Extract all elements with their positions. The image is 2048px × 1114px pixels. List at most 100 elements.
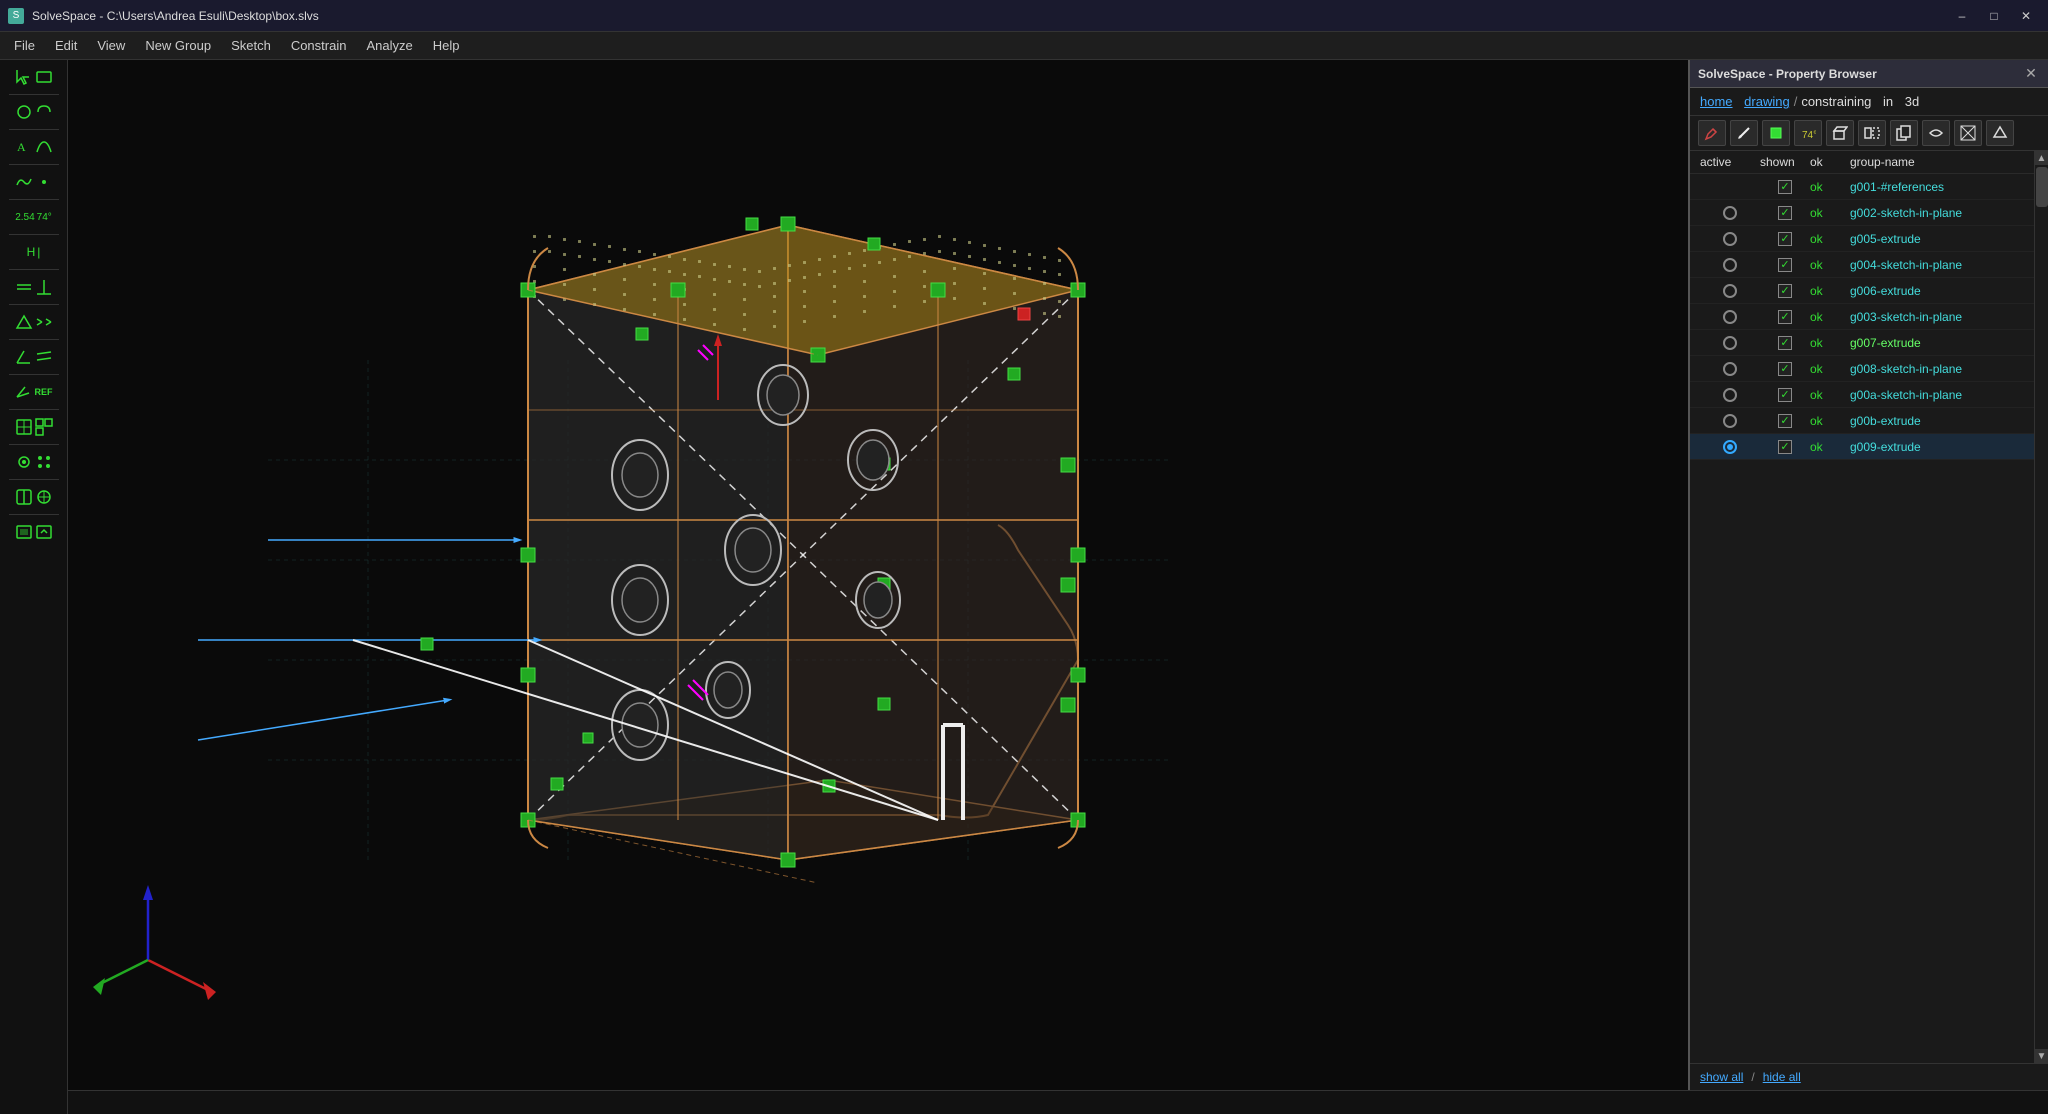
step-array-tool-btn[interactable]: [6, 449, 62, 475]
view2-tool-btn[interactable]: [6, 414, 62, 440]
pb-mirror-icon[interactable]: [1858, 120, 1886, 146]
group2-active-radio[interactable]: [1723, 206, 1737, 220]
group1-shown-checkbox[interactable]: [1778, 180, 1792, 194]
group-row-4[interactable]: ok g004-sketch-in-plane: [1690, 252, 2034, 278]
group10-active-col[interactable]: [1700, 414, 1760, 428]
menu-view[interactable]: View: [87, 34, 135, 57]
group2-active-col[interactable]: [1700, 206, 1760, 220]
group3-active-col[interactable]: [1700, 232, 1760, 246]
menu-file[interactable]: File: [4, 34, 45, 57]
group1-shown-col[interactable]: [1760, 180, 1810, 194]
circle-tool-btn[interactable]: [6, 99, 62, 125]
dimension-tool-btn[interactable]: 2.54 74°: [6, 204, 62, 230]
group3-active-radio[interactable]: [1723, 232, 1737, 246]
pb-pencil-icon[interactable]: [1730, 120, 1758, 146]
group9-shown-col[interactable]: [1760, 388, 1810, 402]
menu-help[interactable]: Help: [423, 34, 470, 57]
pb-scroll-thumb[interactable]: [2036, 167, 2048, 207]
spline-tool-btn[interactable]: [6, 169, 62, 195]
group5-shown-checkbox[interactable]: [1778, 284, 1792, 298]
pb-breadcrumb: home drawing / constraining in 3d: [1690, 88, 2048, 116]
menu-analyze[interactable]: Analyze: [356, 34, 422, 57]
maximize-button[interactable]: □: [1980, 6, 2008, 26]
group8-active-radio[interactable]: [1723, 362, 1737, 376]
group5-shown-col[interactable]: [1760, 284, 1810, 298]
pb-extrude-icon[interactable]: [1826, 120, 1854, 146]
group7-shown-col[interactable]: [1760, 336, 1810, 350]
group4-shown-col[interactable]: [1760, 258, 1810, 272]
group5-active-radio[interactable]: [1723, 284, 1737, 298]
group6-active-col[interactable]: [1700, 310, 1760, 324]
pb-scroll-up-button[interactable]: ▲: [2035, 151, 2048, 165]
pb-scroll-track[interactable]: [2035, 165, 2048, 1049]
group9-active-col[interactable]: [1700, 388, 1760, 402]
group11-shown-checkbox[interactable]: [1778, 440, 1792, 454]
group5-active-col[interactable]: [1700, 284, 1760, 298]
pb-revolve-icon[interactable]: [1922, 120, 1950, 146]
pb-import3d-icon[interactable]: [1986, 120, 2014, 146]
midpoint-symm-tool-btn[interactable]: [6, 309, 62, 335]
breadcrumb-drawing[interactable]: drawing: [1744, 94, 1790, 109]
group-row-3[interactable]: ok g005-extrude: [1690, 226, 2034, 252]
group-row-8[interactable]: ok g008-sketch-in-plane: [1690, 356, 2034, 382]
angle-parallel-tool-btn[interactable]: [6, 344, 62, 370]
group3-shown-col[interactable]: [1760, 232, 1810, 246]
group4-shown-checkbox[interactable]: [1778, 258, 1792, 272]
pb-green-square-icon[interactable]: [1762, 120, 1790, 146]
group7-shown-checkbox[interactable]: [1778, 336, 1792, 350]
show-all-link[interactable]: show all: [1700, 1070, 1743, 1084]
group4-active-col[interactable]: [1700, 258, 1760, 272]
horiz-vert-tool-btn[interactable]: H |: [6, 239, 62, 265]
group2-shown-col[interactable]: [1760, 206, 1810, 220]
group8-shown-checkbox[interactable]: [1778, 362, 1792, 376]
menu-constrain[interactable]: Constrain: [281, 34, 357, 57]
group-row-11[interactable]: ok g009-extrude: [1690, 434, 2034, 460]
group11-active-col[interactable]: [1700, 440, 1760, 454]
text-tool-btn[interactable]: A: [6, 134, 62, 160]
group8-shown-col[interactable]: [1760, 362, 1810, 376]
group-row-7[interactable]: ok g007-extrude: [1690, 330, 2034, 356]
equal-perp-tool-btn[interactable]: [6, 274, 62, 300]
hide-all-link[interactable]: hide all: [1763, 1070, 1801, 1084]
group7-active-col[interactable]: [1700, 336, 1760, 350]
group8-active-col[interactable]: [1700, 362, 1760, 376]
group9-shown-checkbox[interactable]: [1778, 388, 1792, 402]
pb-copy-icon[interactable]: [1890, 120, 1918, 146]
group6-active-radio[interactable]: [1723, 310, 1737, 324]
select-tool-btn[interactable]: [6, 64, 62, 90]
group-row-1[interactable]: ok g001-#references: [1690, 174, 2034, 200]
menu-edit[interactable]: Edit: [45, 34, 87, 57]
group7-active-radio[interactable]: [1723, 336, 1737, 350]
group10-name: g00b-extrude: [1850, 414, 2024, 428]
pb-scrollbar[interactable]: ▲ ▼: [2034, 151, 2048, 1063]
group10-shown-col[interactable]: [1760, 414, 1810, 428]
group6-shown-col[interactable]: [1760, 310, 1810, 324]
pb-helix-icon[interactable]: [1954, 120, 1982, 146]
pb-angle-icon[interactable]: 74°: [1794, 120, 1822, 146]
group10-shown-checkbox[interactable]: [1778, 414, 1792, 428]
menu-sketch[interactable]: Sketch: [221, 34, 281, 57]
group-row-9[interactable]: ok g00a-sketch-in-plane: [1690, 382, 2034, 408]
breadcrumb-home[interactable]: home: [1700, 94, 1733, 109]
group10-active-radio[interactable]: [1723, 414, 1737, 428]
group-row-6[interactable]: ok g003-sketch-in-plane: [1690, 304, 2034, 330]
pb-scroll-down-button[interactable]: ▼: [2035, 1049, 2048, 1063]
close-button[interactable]: ✕: [2012, 6, 2040, 26]
group4-active-radio[interactable]: [1723, 258, 1737, 272]
group9-active-radio[interactable]: [1723, 388, 1737, 402]
import-export-tool-btn[interactable]: [6, 519, 62, 545]
group2-shown-checkbox[interactable]: [1778, 206, 1792, 220]
group6-shown-checkbox[interactable]: [1778, 310, 1792, 324]
link-snap-tool-btn[interactable]: [6, 484, 62, 510]
pb-close-button[interactable]: ✕: [2022, 65, 2040, 83]
group11-shown-col[interactable]: [1760, 440, 1810, 454]
group-row-10[interactable]: ok g00b-extrude: [1690, 408, 2034, 434]
pb-sketch-icon[interactable]: [1698, 120, 1726, 146]
minimize-button[interactable]: –: [1948, 6, 1976, 26]
group-row-5[interactable]: ok g006-extrude: [1690, 278, 2034, 304]
menu-newgroup[interactable]: New Group: [135, 34, 221, 57]
angle2-ref-tool-btn[interactable]: REF: [6, 379, 62, 405]
group-row-2[interactable]: ok g002-sketch-in-plane: [1690, 200, 2034, 226]
group11-active-radio[interactable]: [1723, 440, 1737, 454]
group3-shown-checkbox[interactable]: [1778, 232, 1792, 246]
